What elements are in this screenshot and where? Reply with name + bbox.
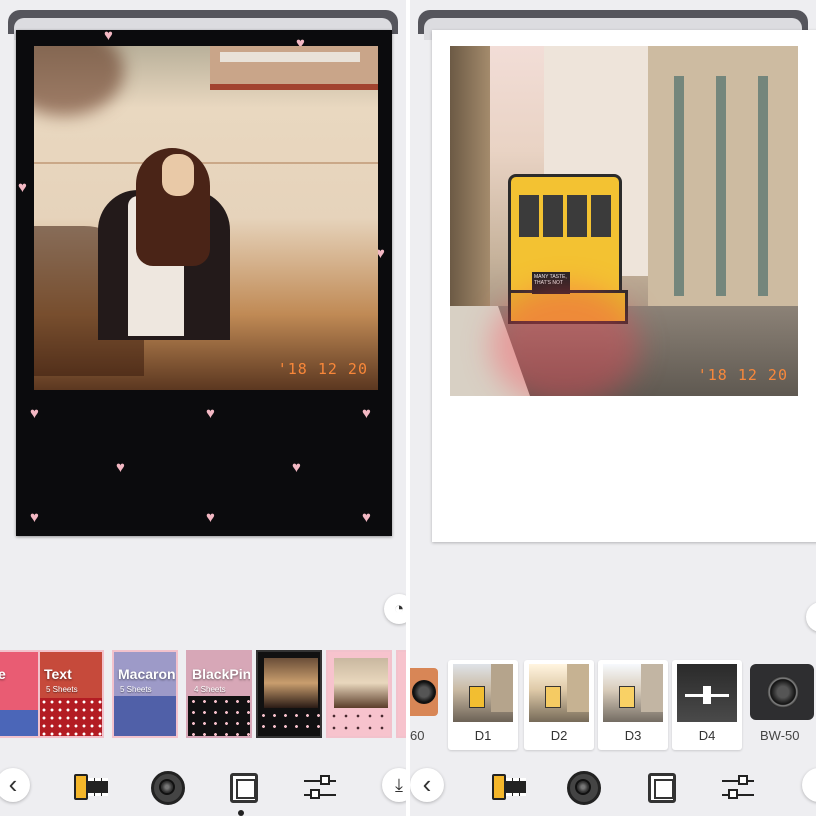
slider-icon-knob [310,789,320,799]
sticker-swatch [328,710,390,736]
filter-d1[interactable]: D1 [448,660,518,750]
frame-icon [230,773,258,803]
sticker-pack-label: BlackPink [192,666,252,682]
slider-icon-line [722,794,754,796]
frame-tool-button[interactable] [226,770,262,806]
film-strip-icon [506,778,526,796]
slider-icon-line [304,794,336,796]
timer-icon: ◔ [393,599,405,618]
camera-thumbnail-partial[interactable] [410,668,438,716]
slider-icon-knob [728,789,738,799]
sticker-pack-blackpink[interactable]: BlackPink 4 Sheets [186,650,252,738]
back-button[interactable]: ‹ [410,768,444,802]
lens-tool-button[interactable] [150,770,186,806]
film-tool-button[interactable] [72,770,108,806]
heart-icon: ♥ [30,405,39,422]
sticker-swatch [258,710,320,736]
sticker-swatch [114,696,176,736]
bottom-toolbar: ‹ ⤓ [0,762,406,812]
sticker-pack-partial-right[interactable] [396,650,406,738]
heart-icon: ♥ [362,509,371,526]
filter-thumbnail [453,664,513,722]
camera-bw50[interactable] [750,664,814,720]
side-round-button-bottom[interactable] [802,768,816,802]
heart-icon: ♥ [292,459,301,476]
frame-tool-button[interactable] [644,770,680,806]
chevron-left-icon: ‹ [422,769,432,799]
sticker-swatch [188,696,250,736]
sticker-pack-count: 5 Sheets [120,685,152,694]
filter-strip: 60 D1 D2 D3 D4 BW-50 [410,660,816,752]
camera-lens-icon [412,680,436,704]
sticker-pack-label: Text [44,666,72,682]
filter-d3[interactable]: D3 [598,660,668,750]
right-screen: MANY TASTE, THAT'S NOT '18 12 20 60 D1 D… [410,0,816,816]
filter-thumbnail-adjust [677,664,737,722]
street-tram-photo: MANY TASTE, THAT'S NOT '18 12 20 [450,46,798,396]
heart-icon: ♥ [30,509,39,526]
filter-d2[interactable]: D2 [524,660,594,750]
lens-center-icon [575,779,591,795]
building-left [450,46,490,346]
sticker-pack-text[interactable]: Text 5 Sheets [38,650,104,738]
person-face [162,154,194,196]
sticker-pack-label: e [0,666,6,682]
adjust-tool-button[interactable] [302,770,338,806]
download-button[interactable]: ⤓ [382,768,406,802]
heart-icon: ♥ [116,459,125,476]
sticker-pack-label: Macaron [118,666,176,682]
download-icon: ⤓ [395,775,403,795]
camera-lens-icon [767,676,799,708]
left-screen: ♥ ♥ ♥ ♥ ♥ ♥ ♥ ♥ ♥ ♥ ♥ ♥ '18 12 20 ◔ e Te… [0,0,406,816]
filter-name: D1 [474,728,492,743]
date-stamp: '18 12 20 [277,360,368,378]
portrait-photo: '18 12 20 [34,46,378,390]
slider-icon-knob [738,775,748,785]
camera-label: BW-50 [760,728,800,743]
sticker-pack-pink-preview[interactable] [326,650,392,738]
adjust-knob-icon [703,686,711,704]
heart-icon: ♥ [104,27,113,44]
slider-icon-knob [320,775,330,785]
sticker-pack-dark-preview[interactable] [256,650,322,738]
sticker-pack-count: 5 Sheets [46,685,78,694]
frame-icon [648,773,676,803]
sticker-thumbnail [264,658,318,708]
light-flare [34,46,124,116]
sticker-pack-count: 4 Sheets [194,685,226,694]
filter-name: D4 [698,728,716,743]
timer-button[interactable]: ◔ [384,594,406,624]
film-canister-icon [492,774,506,800]
heart-icon: ♥ [206,509,215,526]
film-strip-icon [88,778,108,796]
film-tool-button[interactable] [490,770,526,806]
side-round-button[interactable] [806,602,816,632]
date-stamp: '18 12 20 [697,366,788,384]
heart-icon: ♥ [362,405,371,422]
page-indicator-dot [238,810,244,816]
shelf-with-books [210,46,378,90]
heart-icon: ♥ [206,405,215,422]
filter-d4-selected[interactable]: D4 [672,660,742,750]
adjust-tool-button[interactable] [720,770,756,806]
film-canister-icon [74,774,88,800]
chevron-left-icon: ‹ [8,769,18,799]
filter-name: D2 [550,728,568,743]
filter-thumbnail [529,664,589,722]
light-leak [490,286,640,396]
filter-name: D3 [624,728,642,743]
filter-thumbnail [603,664,663,722]
lens-center-icon [159,779,175,795]
sticker-thumbnail [334,658,388,708]
sticker-pack-macaron[interactable]: Macaron 5 Sheets [112,650,178,738]
building-right [648,46,798,336]
sticker-pack-strip: e Text 5 Sheets Macaron 5 Sheets BlackPi… [0,650,406,740]
heart-icon: ♥ [18,179,27,196]
back-button[interactable]: ‹ [0,768,30,802]
wall-line [34,162,378,164]
bottom-toolbar: ‹ [410,762,816,812]
sticker-swatch [40,698,102,736]
lens-tool-button[interactable] [566,770,602,806]
camera-label-partial: 60 [410,728,425,743]
